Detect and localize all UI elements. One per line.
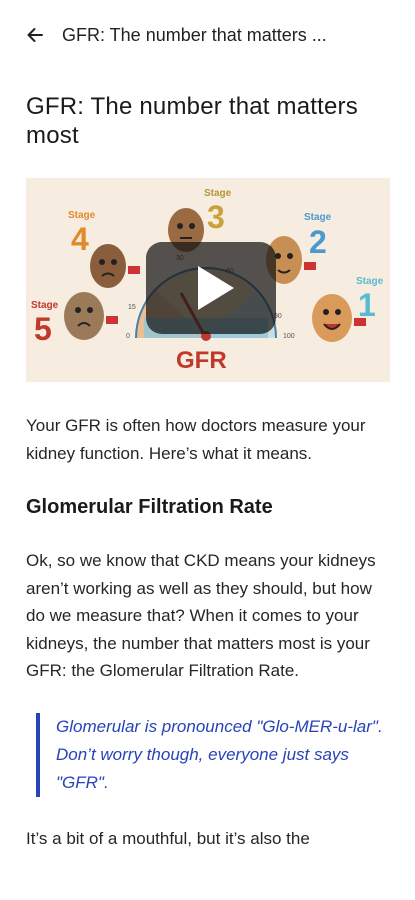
- body-paragraph: Ok, so we know that CKD means your kidne…: [26, 551, 376, 680]
- stage3-number: 3: [207, 199, 225, 235]
- arrow-left-icon: [27, 28, 43, 42]
- back-button[interactable]: [22, 22, 48, 48]
- gauge-tick-15: 15: [128, 304, 136, 311]
- gauge-tick-0: 0: [126, 333, 130, 340]
- stage4-word: Stage: [68, 210, 96, 221]
- gfr-label: GFR: [176, 347, 227, 374]
- article-title: GFR: The number that matters most: [26, 93, 358, 149]
- section-heading: Glomerular Filtration Rate: [26, 496, 273, 518]
- stage4-number: 4: [71, 221, 89, 257]
- topbar-title: GFR: The number that matters ...: [62, 24, 327, 45]
- stage2-word: Stage: [304, 212, 332, 223]
- stage1-word: Stage: [356, 276, 384, 287]
- body-paragraph-continued: It’s a bit of a mouthful, but it’s also …: [26, 828, 310, 848]
- stage1-number: 1: [358, 287, 376, 323]
- article-content: GFR: The number that matters most 0 15 3…: [26, 92, 390, 853]
- stage3-word: Stage: [204, 188, 232, 199]
- play-button[interactable]: [146, 242, 276, 334]
- stage2-number: 2: [309, 224, 327, 260]
- stage5-word: Stage: [31, 300, 59, 311]
- gauge-tick-100: 100: [283, 333, 295, 340]
- video-illustration: 0 15 30 60 90 100 GFR Stage 5 Stage 4 St…: [26, 178, 390, 382]
- lead-paragraph: Your GFR is often how doctors measure yo…: [26, 416, 366, 463]
- top-app-bar: GFR: The number that matters ...: [0, 0, 415, 70]
- pronunciation-callout: Glomerular is pronounced "Glo-MER-u-lar"…: [36, 712, 390, 797]
- video-thumbnail[interactable]: 0 15 30 60 90 100 GFR Stage 5 Stage 4 St…: [26, 178, 390, 382]
- stage5-number: 5: [34, 311, 52, 347]
